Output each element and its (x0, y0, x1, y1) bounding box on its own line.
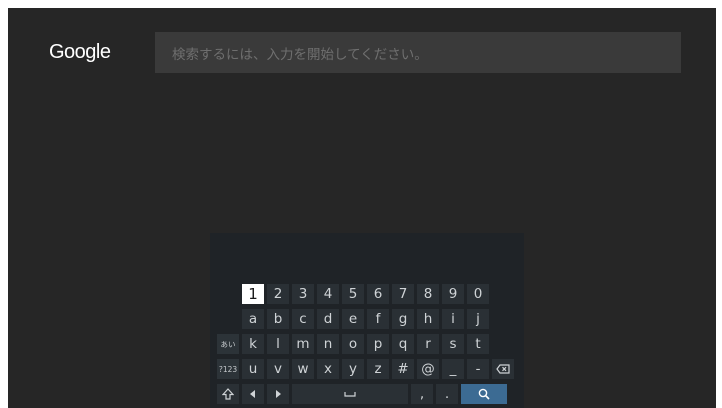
key-period[interactable]: . (436, 384, 458, 404)
search-icon (478, 388, 490, 400)
key-8[interactable]: 8 (417, 284, 439, 304)
key-3[interactable]: 3 (292, 284, 314, 304)
key-v[interactable]: v (267, 359, 289, 379)
key-o[interactable]: o (342, 334, 364, 354)
key-h[interactable]: h (417, 309, 439, 329)
key-j[interactable]: j (467, 309, 489, 329)
key-r[interactable]: r (417, 334, 439, 354)
key-1[interactable]: 1 (242, 284, 264, 304)
key-symbols-mode[interactable]: ?123 (217, 359, 239, 379)
key-u[interactable]: u (242, 359, 264, 379)
tv-screen: Google 検索するには、入力を開始してください。 1 2 3 4 5 6 7… (8, 8, 716, 408)
backspace-key[interactable] (492, 359, 514, 379)
keyboard-row-numbers: 1 2 3 4 5 6 7 8 9 0 (217, 284, 489, 304)
key-hash[interactable]: # (392, 359, 414, 379)
key-4[interactable]: 4 (317, 284, 339, 304)
key-w[interactable]: w (292, 359, 314, 379)
search-key[interactable] (461, 384, 507, 404)
arrow-left-key[interactable] (242, 384, 264, 404)
key-a[interactable]: a (242, 309, 264, 329)
keyboard-row-1: a b c d e f g h i j (217, 309, 489, 329)
key-f[interactable]: f (367, 309, 389, 329)
key-0[interactable]: 0 (467, 284, 489, 304)
key-z[interactable]: z (367, 359, 389, 379)
space-icon (344, 392, 356, 397)
keyboard-row-2: あい k l m n o p q r s t (217, 334, 489, 354)
google-logo: Google (49, 41, 111, 63)
key-n[interactable]: n (317, 334, 339, 354)
arrow-right-key[interactable] (267, 384, 289, 404)
keyboard-spacer (217, 284, 239, 304)
key-comma[interactable]: , (411, 384, 433, 404)
key-6[interactable]: 6 (367, 284, 389, 304)
key-p[interactable]: p (367, 334, 389, 354)
key-japanese-mode[interactable]: あい (217, 334, 239, 354)
keyboard-row-controls: , . (217, 384, 507, 404)
shift-icon (222, 388, 234, 400)
arrow-left-icon (250, 390, 255, 398)
key-s[interactable]: s (442, 334, 464, 354)
key-g[interactable]: g (392, 309, 414, 329)
shift-key[interactable] (217, 384, 239, 404)
key-hyphen[interactable]: - (467, 359, 489, 379)
key-b[interactable]: b (267, 309, 289, 329)
key-at[interactable]: @ (417, 359, 439, 379)
key-k[interactable]: k (242, 334, 264, 354)
key-q[interactable]: q (392, 334, 414, 354)
key-y[interactable]: y (342, 359, 364, 379)
key-9[interactable]: 9 (442, 284, 464, 304)
space-key[interactable] (292, 384, 408, 404)
key-t[interactable]: t (467, 334, 489, 354)
backspace-icon (496, 364, 510, 374)
key-d[interactable]: d (317, 309, 339, 329)
key-l[interactable]: l (267, 334, 289, 354)
key-m[interactable]: m (292, 334, 314, 354)
search-input[interactable]: 検索するには、入力を開始してください。 (155, 32, 681, 73)
search-placeholder: 検索するには、入力を開始してください。 (172, 46, 428, 63)
on-screen-keyboard: 1 2 3 4 5 6 7 8 9 0 a b c d e f g h i j … (210, 233, 524, 408)
key-x[interactable]: x (317, 359, 339, 379)
key-e[interactable]: e (342, 309, 364, 329)
key-5[interactable]: 5 (342, 284, 364, 304)
key-underscore[interactable]: _ (442, 359, 464, 379)
key-2[interactable]: 2 (267, 284, 289, 304)
keyboard-spacer (217, 309, 239, 329)
arrow-right-icon (276, 390, 281, 398)
keyboard-row-3: ?123 u v w x y z # @ _ - (217, 359, 514, 379)
key-c[interactable]: c (292, 309, 314, 329)
key-i[interactable]: i (442, 309, 464, 329)
key-7[interactable]: 7 (392, 284, 414, 304)
